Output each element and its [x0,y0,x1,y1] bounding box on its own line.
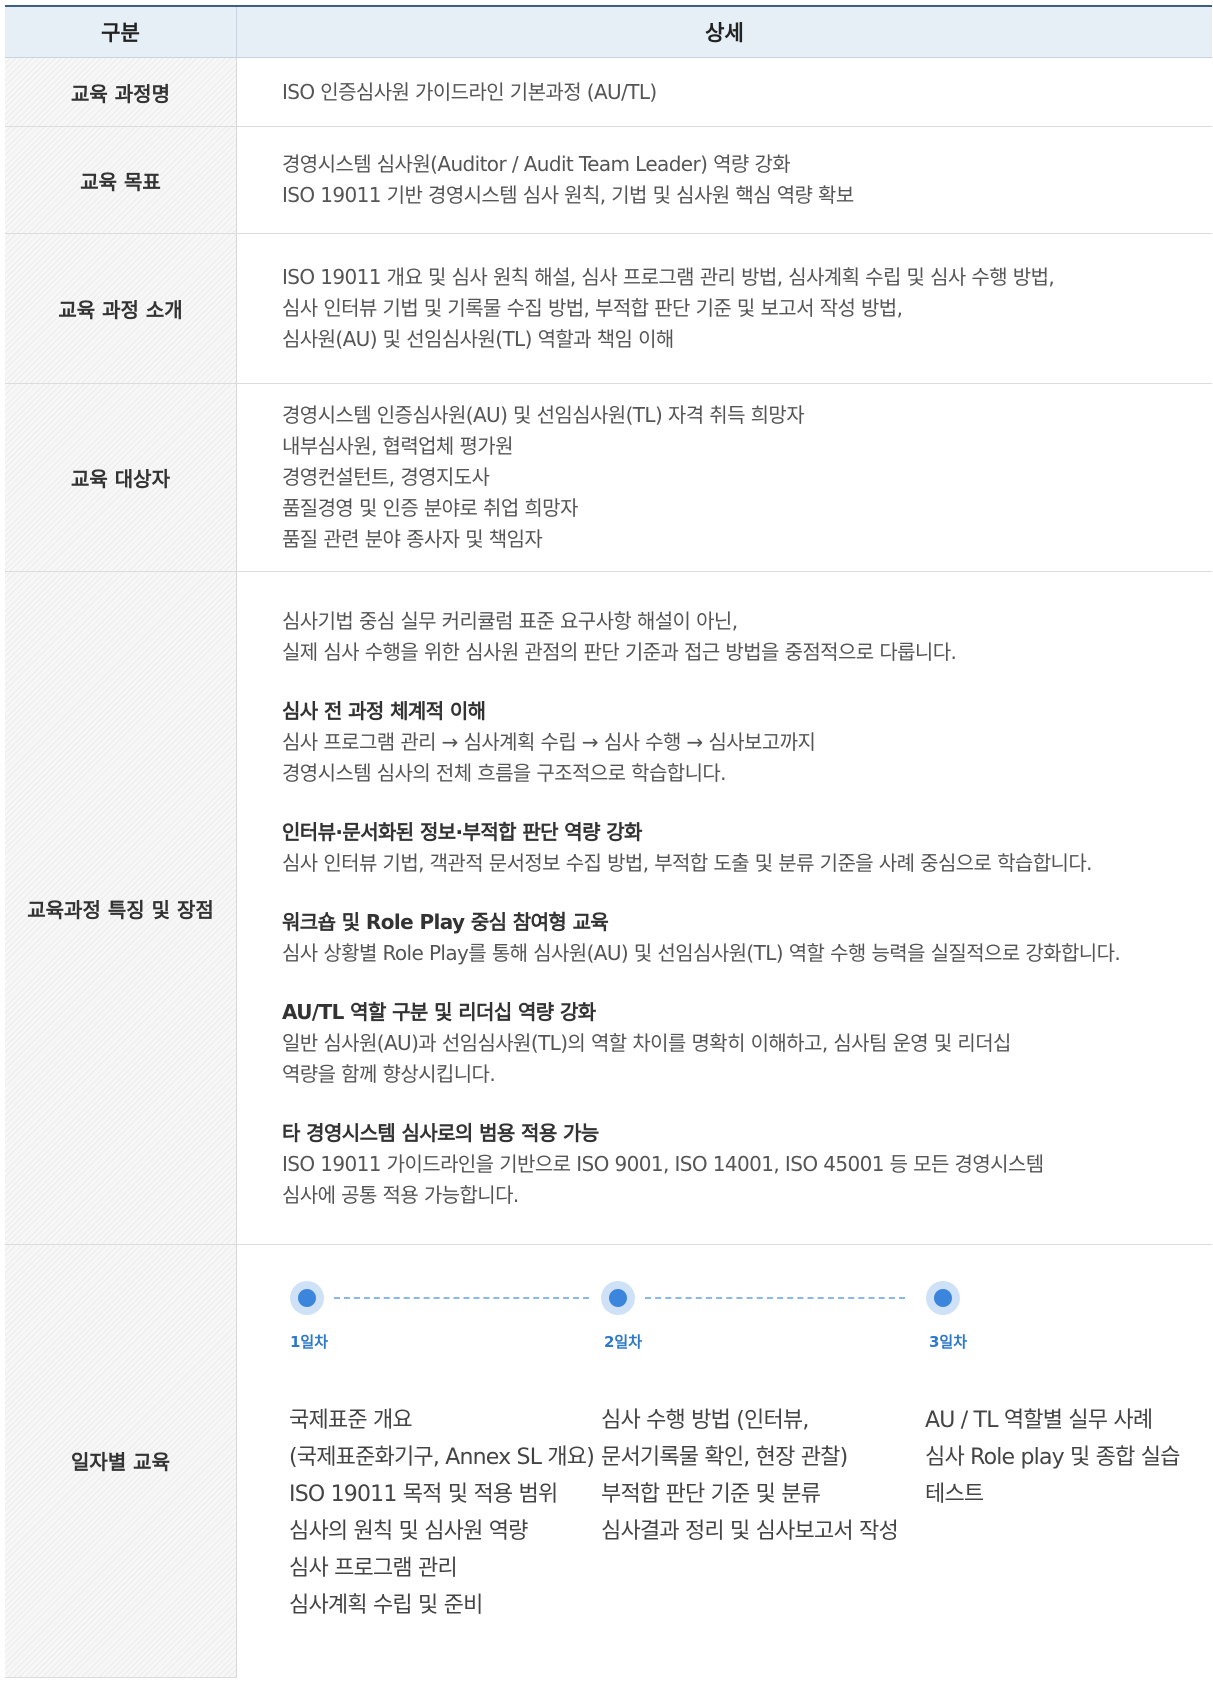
timeline-dot-day3 [926,1281,960,1315]
day1-items: 국제표준 개요 (국제표준화기구, Annex SL 개요) ISO 19011… [289,1402,595,1624]
schedule-item: 테스트 [925,1482,984,1507]
section-title: 심사 전 과정 체계적 이해 [282,698,486,723]
row-label: 교육 목표 [5,126,237,234]
content-line: 심사 프로그램 관리 → 심사계획 수립 → 심사 수행 → 심사보고까지 [282,729,816,754]
row-content: 경영시스템 인증심사원(AU) 및 선임심사원(TL) 자격 취득 희망자 내부… [236,383,1212,572]
header-detail: 상세 [236,5,1212,58]
content-line: 품질 관련 분야 종사자 및 책임자 [282,527,543,551]
content-line: 경영시스템 심사의 전체 흐름을 구조적으로 학습합니다. [282,760,727,785]
day1-label: 1일차 [290,1333,329,1351]
schedule-item: 심사 Role play 및 종합 실습 [925,1445,1180,1470]
timeline-connector [645,1297,905,1299]
row-schedule: 일자별 교육 1일차 2일차 3일차 국제표준 개요 (국제표준화기구, Ann… [5,1244,1213,1678]
schedule-content: 1일차 2일차 3일차 국제표준 개요 (국제표준화기구, Annex SL 개… [237,1245,1213,1678]
section-title: 타 경영시스템 심사로의 범용 적용 가능 [282,1120,599,1145]
row-intro: 교육 과정 소개 ISO 19011 개요 및 심사 원칙 해설, 심사 프로그… [5,233,1212,384]
day3-label: 3일차 [929,1333,968,1351]
content-line: 품질경영 및 인증 분야로 취업 희망자 [282,496,578,520]
content-line: 심사기법 중심 실무 커리큘럼 표준 요구사항 해설이 아닌, [282,608,738,633]
content-line: 경영시스템 인증심사원(AU) 및 선임심사원(TL) 자격 취득 희망자 [282,403,805,427]
row-content: 경영시스템 심사원(Auditor / Audit Team Leader) 역… [236,126,1212,234]
content-line: ISO 19011 가이드라인을 기반으로 ISO 9001, ISO 1400… [282,1151,1044,1176]
timeline-dot-day2 [601,1281,635,1315]
content-line: 일반 심사원(AU)과 선임심사원(TL)의 역할 차이를 명확히 이해하고, … [282,1030,1011,1055]
schedule-item: 심사계획 수립 및 준비 [289,1593,483,1618]
table-header-row: 구분 상세 [5,5,1212,58]
content-line: ISO 19011 기반 경영시스템 심사 원칙, 기법 및 심사원 핵심 역량… [282,183,854,207]
schedule-item: 심사 프로그램 관리 [289,1556,458,1581]
schedule-item: 심사 수행 방법 (인터뷰, [601,1408,809,1433]
course-info-table: 구분 상세 교육 과정명 ISO 인증심사원 가이드라인 기본과정 (AU/TL… [5,5,1212,1678]
content-line: 심사 인터뷰 기법, 객관적 문서정보 수집 방법, 부적합 도출 및 분류 기… [282,850,1092,875]
row-label: 일자별 교육 [5,1244,237,1678]
schedule-item: 심사결과 정리 및 심사보고서 작성 [601,1519,899,1544]
content-line: 역량을 함께 향상시킵니다. [282,1061,496,1086]
content-line: 심사 상황별 Role Play를 통해 심사원(AU) 및 선임심사원(TL)… [282,940,1121,965]
row-label: 교육 과정명 [5,57,237,127]
course-info-table-wrapper: 구분 상세 교육 과정명 ISO 인증심사원 가이드라인 기본과정 (AU/TL… [5,5,1212,1678]
content-line: ISO 인증심사원 가이드라인 기본과정 (AU/TL) [282,79,657,104]
section-title: 워크숍 및 Role Play 중심 참여형 교육 [282,909,609,934]
row-label: 교육 대상자 [5,383,237,572]
content-line: 내부심사원, 협력업체 평가원 [282,434,513,458]
content-line: 심사 인터뷰 기법 및 기록물 수집 방법, 부적합 판단 기준 및 보고서 작… [282,296,903,320]
schedule-item: 문서기록물 확인, 현장 관찰) [601,1445,848,1470]
day3-items: AU / TL 역할별 실무 사례 심사 Role play 및 종합 실습 테… [925,1402,1180,1513]
day2-items: 심사 수행 방법 (인터뷰, 문서기록물 확인, 현장 관찰) 부적합 판단 기… [601,1402,899,1550]
content-line: 심사원(AU) 및 선임심사원(TL) 역할과 책임 이해 [282,327,674,351]
timeline-connector [334,1297,589,1299]
timeline-dot-day1 [290,1281,324,1315]
schedule-item: 부적합 판단 기준 및 분류 [601,1482,821,1507]
schedule-item: AU / TL 역할별 실무 사례 [925,1408,1153,1433]
content-line: 실제 심사 수행을 위한 심사원 관점의 판단 기준과 접근 방법을 중점적으로… [282,639,957,664]
row-features: 교육과정 특징 및 장점 심사기법 중심 실무 커리큘럼 표준 요구사항 해설이… [5,571,1212,1245]
row-goal: 교육 목표 경영시스템 심사원(Auditor / Audit Team Lea… [5,126,1212,234]
section-title: AU/TL 역할 구분 및 리더십 역량 강화 [282,999,596,1024]
content-line: 심사에 공통 적용 가능합니다. [282,1182,519,1207]
row-content: 심사기법 중심 실무 커리큘럼 표준 요구사항 해설이 아닌, 실제 심사 수행… [236,571,1212,1245]
row-label: 교육과정 특징 및 장점 [5,571,237,1245]
day2-label: 2일차 [604,1333,643,1351]
section-title: 인터뷰·문서화된 정보·부적합 판단 역량 강화 [282,819,642,844]
row-target: 교육 대상자 경영시스템 인증심사원(AU) 및 선임심사원(TL) 자격 취득… [5,383,1212,572]
header-category: 구분 [5,5,237,58]
row-label: 교육 과정 소개 [5,233,237,384]
content-line: 경영컨설턴트, 경영지도사 [282,465,490,489]
schedule-item: 국제표준 개요 [289,1408,413,1433]
schedule-timeline: 1일차 2일차 3일차 국제표준 개요 (국제표준화기구, Annex SL 개… [237,1245,1212,1677]
row-content: ISO 인증심사원 가이드라인 기본과정 (AU/TL) [236,57,1212,127]
row-content: ISO 19011 개요 및 심사 원칙 해설, 심사 프로그램 관리 방법, … [236,233,1212,384]
schedule-item: ISO 19011 목적 및 적용 범위 [289,1482,558,1507]
schedule-item: (국제표준화기구, Annex SL 개요) [289,1445,595,1470]
row-course-name: 교육 과정명 ISO 인증심사원 가이드라인 기본과정 (AU/TL) [5,57,1212,127]
content-line: 경영시스템 심사원(Auditor / Audit Team Leader) 역… [282,152,791,176]
content-line: ISO 19011 개요 및 심사 원칙 해설, 심사 프로그램 관리 방법, … [282,265,1055,289]
schedule-item: 심사의 원칙 및 심사원 역량 [289,1519,528,1544]
